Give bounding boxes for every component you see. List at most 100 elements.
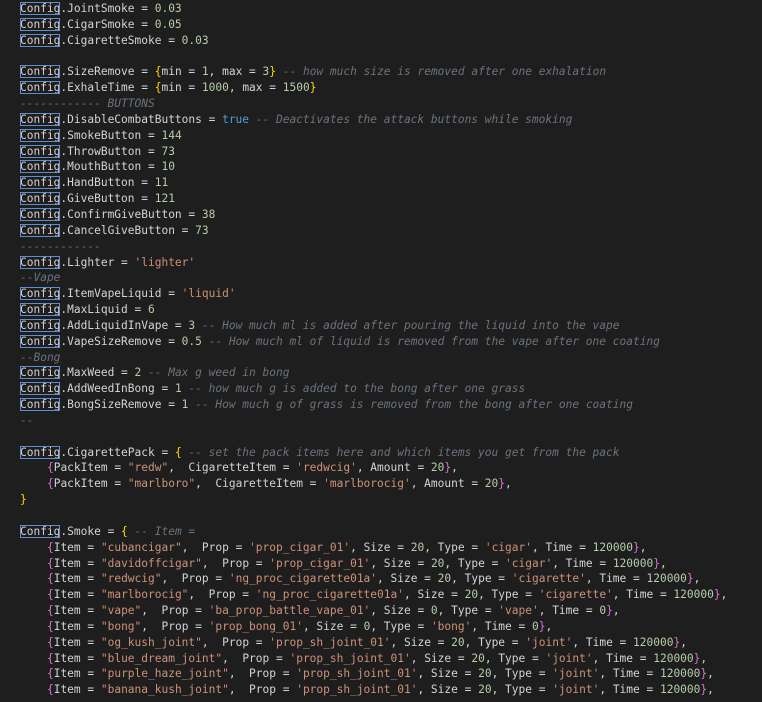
code-line[interactable]: {Item = "og_kush_joint", Prop = 'prop_sh… (20, 635, 762, 651)
code-line[interactable]: Config.BongSizeRemove = 1 -- How much g … (20, 397, 762, 413)
code-line[interactable]: Config.ExhaleTime = {min = 1000, max = 1… (20, 80, 762, 96)
string-literal: 'lighter' (134, 255, 196, 269)
brace: { (46, 556, 54, 570)
code-line[interactable]: --Vape (20, 270, 762, 286)
code-text: , max = (208, 65, 263, 79)
code-line[interactable]: Config.MaxWeed = 2 -- Max g weed in bong (20, 365, 762, 381)
code-text: , Type = (370, 619, 431, 633)
code-text: .MaxLiquid = (60, 303, 148, 317)
config-object-token: Config (20, 128, 61, 142)
code-line[interactable]: Config.CigarettePack = { -- set the pack… (20, 445, 762, 461)
code-line[interactable]: Config.ItemVapeLiquid = 'liquid' (20, 286, 762, 302)
code-line[interactable]: Config.Lighter = 'lighter' (20, 255, 762, 271)
code-line[interactable] (20, 508, 762, 524)
code-line[interactable] (20, 49, 762, 65)
code-line[interactable]: {Item = "banana_kush_joint", Prop = 'pro… (20, 682, 762, 698)
number-literal: 120000 (612, 556, 654, 570)
code-text: , Time = (592, 651, 654, 665)
code-text: Item = (53, 619, 101, 633)
code-line[interactable]: Config.JointSmoke = 0.03 (20, 1, 762, 17)
code-line[interactable]: Config.CancelGiveButton = 73 (20, 223, 762, 239)
number-literal: 73 (195, 223, 209, 237)
code-line[interactable]: Config.ConfirmGiveButton = 38 (20, 207, 762, 223)
code-text: , Type = (451, 572, 512, 586)
code-line[interactable]: --Bong (20, 350, 762, 366)
code-text: Item = (53, 667, 101, 681)
number-literal: 1000 (201, 81, 229, 95)
code-line[interactable]: Config.GiveButton = 121 (20, 191, 762, 207)
code-line[interactable]: {Item = "purple_haze_joint", Prop = 'pro… (20, 666, 762, 682)
config-object-token: Config (20, 303, 61, 317)
code-line[interactable]: {Item = "blue_dream_joint", Prop = 'prop… (20, 651, 762, 667)
code-line[interactable]: Config.ThrowButton = 73 (20, 144, 762, 160)
code-line[interactable]: {Item = "davidoffcigar", Prop = 'prop_ci… (20, 556, 762, 572)
code-line[interactable]: Config.CigarSmoke = 0.05 (20, 17, 762, 33)
code-line[interactable]: Config.SizeRemove = {min = 1, max = 3} -… (20, 64, 762, 80)
config-object-token: Config (20, 112, 61, 126)
string-literal: "vape" (100, 604, 142, 618)
code-text: , Prop = (222, 651, 290, 665)
comment: -- how much size is removed after one ex… (276, 65, 607, 79)
code-line[interactable]: Config.VapeSizeRemove = 0.5 -- How much … (20, 334, 762, 350)
code-text: Item = (53, 651, 101, 665)
code-line[interactable]: {PackItem = "marlboro", CigaretteItem = … (20, 476, 762, 492)
code-text: , Prop = (228, 667, 297, 681)
code-line[interactable]: {Item = "bong", Prop = 'prop_bong_01', S… (20, 619, 762, 635)
code-line[interactable]: {Item = "cubancigar", Prop = 'prop_cigar… (20, 540, 762, 556)
code-line[interactable]: ------------ (20, 239, 762, 255)
string-literal: 'ng_proc_cigarette01a' (255, 588, 404, 602)
code-text: .DisableCombatButtons = (60, 112, 223, 126)
code-line[interactable]: {Item = "marlborocig", Prop = 'ng_proc_c… (20, 587, 762, 603)
comment: -- How much ml of liquid is removed from… (201, 334, 660, 348)
number-literal: 38 (201, 207, 216, 221)
code-text: , (707, 683, 714, 697)
code-text: , Type = (484, 651, 546, 665)
code-text: , (660, 556, 667, 570)
code-line[interactable]: Config.DisableCombatButtons = true -- De… (20, 112, 762, 128)
code-text: Item = (53, 556, 101, 570)
code-line[interactable]: -- (20, 413, 762, 429)
brace: { (46, 683, 54, 697)
number-literal: 73 (161, 144, 175, 158)
code-text: .Lighter = (60, 255, 135, 269)
string-literal: "blue_dream_joint" (100, 651, 223, 665)
code-text: , Amount = (356, 461, 431, 475)
code-line[interactable]: Config.CigaretteSmoke = 0.03 (20, 33, 762, 49)
code-text: .Smoke = (60, 524, 122, 538)
brace: } (20, 493, 27, 507)
code-text: , CigaretteItem = (195, 477, 324, 491)
code-text: , Time = (612, 588, 674, 602)
code-line[interactable]: {Item = "redwcig", Prop = 'ng_proc_cigar… (20, 571, 762, 587)
code-text: , Time = (471, 619, 532, 633)
brace: { (46, 667, 54, 681)
code-text: , Size = (370, 556, 431, 570)
code-line[interactable]: Config.HandButton = 11 (20, 175, 762, 191)
code-line[interactable]: Config.MaxLiquid = 6 (20, 302, 762, 318)
code-line[interactable]: Config.Smoke = { -- Item = (20, 524, 762, 540)
number-literal: 20 (437, 572, 452, 586)
code-line[interactable]: {PackItem = "redw", CigaretteItem = 'red… (20, 460, 762, 476)
config-object-token: Config (20, 33, 61, 47)
code-text: , (693, 572, 701, 586)
code-text: Item = (53, 572, 101, 586)
code-line[interactable]: ------------ BUTTONS (20, 96, 762, 112)
code-line[interactable]: Config.AddWeedInBong = 1 -- how much g i… (20, 381, 762, 397)
code-text: , (707, 667, 714, 681)
number-literal: 0.03 (154, 2, 182, 15)
brace: { (46, 651, 54, 665)
number-literal: 144 (161, 128, 182, 142)
code-line[interactable]: Config.SmokeButton = 144 (20, 128, 762, 144)
number-literal: 120000 (633, 635, 674, 649)
string-literal: "banana_kush_joint" (100, 683, 229, 697)
code-line[interactable]: {Item = "vape", Prop = 'ba_prop_battle_v… (20, 603, 762, 619)
number-literal: 11 (154, 176, 169, 190)
code-text: , (700, 651, 708, 665)
code-editor[interactable]: Config.JointSmoke = 0.03 Config.CigarSmok… (0, 0, 762, 698)
code-line[interactable] (20, 429, 762, 445)
code-line[interactable]: Config.AddLiquidInVape = 3 -- How much m… (20, 318, 762, 334)
code-line[interactable]: Config.MouthButton = 10 (20, 159, 762, 175)
brace: } (713, 588, 721, 602)
code-line[interactable]: } (20, 492, 762, 508)
